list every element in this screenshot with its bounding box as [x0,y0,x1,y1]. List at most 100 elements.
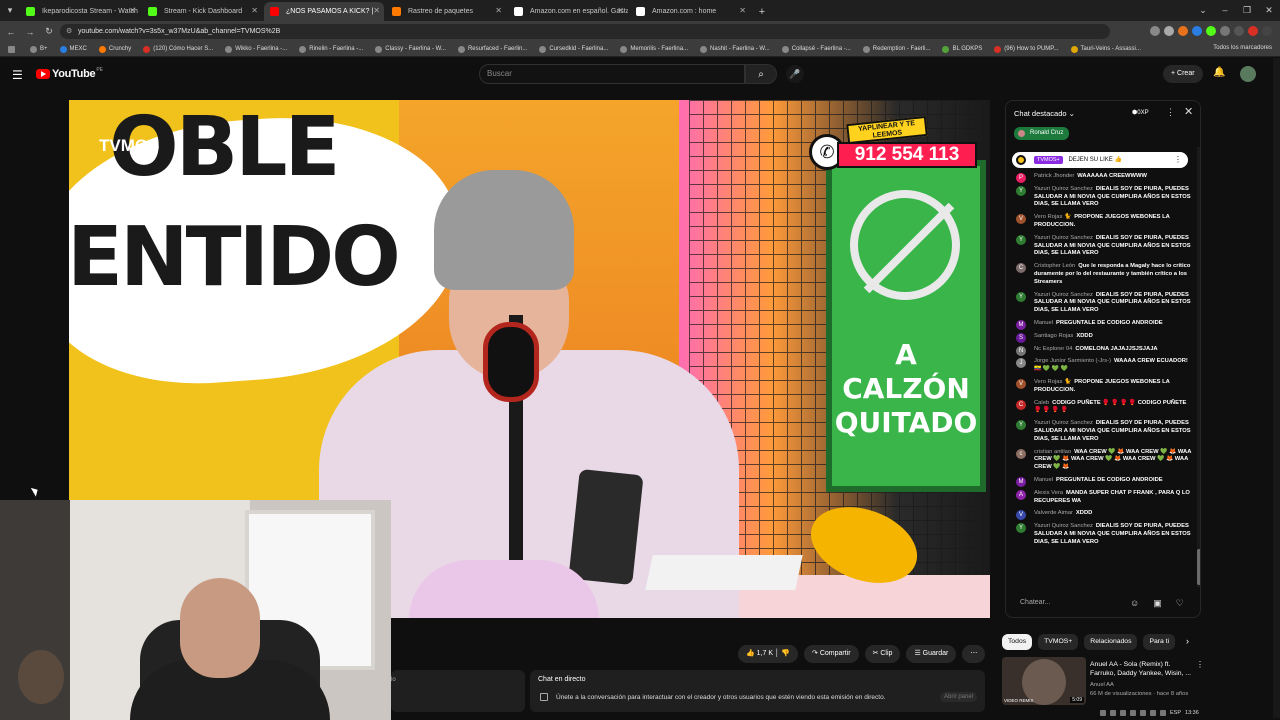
tab-close-icon[interactable]: ✕ [617,6,624,15]
related-video-item[interactable]: VIDEO REMIX 5:09 Anuel AA - Sola (Remix)… [1002,657,1204,707]
bookmark-item[interactable]: Classy - Faerlina - W... [375,45,446,53]
chat-author[interactable]: Vero Rojas 🐈 [1034,214,1071,220]
super-chat-icon[interactable]: ▣ [1153,598,1162,609]
voice-search-button[interactable]: 🎤 [786,65,804,83]
chat-avatar[interactable]: V [1016,510,1026,521]
bookmark-item[interactable]: (96) How to PUMP... [994,45,1059,53]
chat-message[interactable]: Y Yazuri Quiroz Sanchez DIEALIS SOY DE PIU… [1006,418,1198,445]
tray-icon[interactable] [1120,710,1126,716]
chat-avatar[interactable]: Y [1016,420,1026,431]
chat-message[interactable]: S Santiago Rojas XDDD [1006,331,1198,343]
extension-blue-icon[interactable] [1192,26,1202,36]
bookmark-item[interactable]: Memorilis - Faerlina... [620,45,688,53]
like-button[interactable]: 👍 1,7 K │ 👎 [738,645,799,663]
forward-icon[interactable]: → [22,27,38,37]
tray-icon[interactable] [1100,710,1106,716]
chevron-down-icon[interactable]: ⌄ [1192,0,1214,21]
extension-green-icon[interactable] [1206,26,1216,36]
bookmark-item[interactable]: Redemption - Faerli... [862,45,930,53]
tray-icon[interactable] [1140,710,1146,716]
notifications-bell-icon[interactable]: 🔔 [1213,67,1225,78]
bookmark-item[interactable]: Crunchy [98,45,131,53]
tab-close-icon[interactable]: ✕ [373,6,380,15]
bookmark-item[interactable]: Collapsé - Faerlina -... [781,45,851,53]
back-icon[interactable]: ← [3,27,19,37]
chat-avatar[interactable]: c [1016,448,1026,459]
chat-message[interactable]: N Nc Explorer 04 COMELONA JAJAJJSJSJAJA [1006,344,1198,356]
clip-button[interactable]: ✂ Clip [864,645,901,663]
bookmark-item[interactable]: Nashit - Faerlina - W... [700,45,770,53]
chat-message[interactable]: A Alexis Vera MANDA SUPER CHAT P FRANK , P… [1006,488,1198,508]
chat-author[interactable]: Santiago Rojas [1034,333,1073,339]
create-button[interactable]: + Crear [1163,65,1203,83]
chat-message[interactable]: M Manuel PREGUNTALE DE CODIGO ANDROIDE [1006,475,1198,487]
reload-icon[interactable]: ↻ [41,26,57,37]
profile-avatar[interactable] [1248,26,1258,36]
browser-tab[interactable]: Ikeparodicosta Stream - Watch ✕ [20,2,140,21]
menu-hamburger-icon[interactable]: ☰ [12,68,23,82]
chat-scrollbar[interactable] [1197,147,1200,587]
tab-search-icon[interactable]: ▾ [0,0,20,21]
chat-message[interactable]: J Jorge Junior Sarmiento (-Jrs-) WAAAA CRE… [1006,356,1198,376]
chat-message[interactable]: c cristian antilao WAA CREW 💚 🦊 WAA CREW 💚… [1006,447,1198,474]
pinned-message[interactable]: TVMOS+ DEJEN SU LIKE 👍 ⋮ [1012,152,1188,168]
url-field[interactable]: ⚙ youtube.com/watch?v=3s5x_w37MzU&ab_cha… [60,24,1110,39]
chat-avatar[interactable]: M [1016,476,1026,487]
chat-author[interactable]: Jorge Junior Sarmiento (-Jrs-) [1034,358,1111,364]
apps-grid-icon[interactable] [8,45,18,53]
chat-author[interactable]: Alexis Vera [1034,490,1063,496]
chat-author[interactable]: Yazuri Quiroz Sanchez [1034,235,1093,241]
chat-message[interactable]: P Patrick Jhonder WAAAAAA CREEWWWW [1006,171,1198,183]
description-box[interactable]: lo [391,670,525,712]
chat-message[interactable]: V Valverde Aimar XDDD [1006,508,1198,521]
more-actions-icon[interactable]: ⋯ [962,645,986,663]
browser-tab[interactable]: Stream - Kick Dashboard ✕ [142,2,262,21]
chat-message[interactable]: Y Yazuri Quiroz Sanchez DIEALIS SOY DE PIU… [1006,521,1198,548]
bookmark-item[interactable]: MEXC [59,45,87,53]
chat-author[interactable]: Valverde Aimar [1034,510,1073,516]
chat-avatar[interactable]: Y [1016,234,1026,245]
bookmark-item[interactable]: (120) Cómo Hacer S... [143,45,213,53]
chat-avatar[interactable]: C [1016,263,1026,274]
related-title[interactable]: Anuel AA - Sola (Remix) ft. Farruko, Dad… [1090,660,1194,678]
chat-author[interactable]: Manuel [1034,320,1053,326]
chat-message[interactable]: M Manuel PREGUNTALE DE CODIGO ANDROIDE [1006,318,1198,330]
bookmark-star-icon[interactable] [1164,26,1174,36]
bookmark-item[interactable]: Tauri-Veins - Assassi... [1070,45,1141,53]
chat-author[interactable]: Vero Rojas 🐈 [1034,379,1071,385]
maximize-button[interactable]: ❐ [1236,0,1258,21]
bookmark-item[interactable]: Cursedkid - Faerlina... [539,45,608,53]
chat-author[interactable]: Yazuri Quiroz Sanchez [1034,292,1093,298]
close-icon[interactable]: ✕ [1184,105,1193,118]
xp-badge[interactable]: ⬢0XP [1132,109,1149,116]
close-window-button[interactable]: ✕ [1258,0,1280,21]
browser-tab[interactable]: Amazon.com : home ✕ [630,2,750,21]
chat-author[interactable]: Manuel [1034,477,1053,483]
chat-author[interactable]: Cristopher León [1034,263,1075,269]
bookmark-item[interactable]: Rinelin - Faerlina -... [299,45,363,53]
browser-tab[interactable]: Amazon.com en español. Gasta ✕ [508,2,628,21]
browser-tab[interactable]: ¿NOS PASAMOS A KICK? | ✕ [264,2,384,21]
chat-author[interactable]: Caleb [1034,400,1049,406]
chat-author[interactable]: Yazuri Quiroz Sanchez [1034,523,1093,529]
tray-icon[interactable] [1130,710,1136,716]
chat-avatar[interactable]: V [1016,214,1026,225]
tab-close-icon[interactable]: ✕ [129,6,136,15]
bookmark-item[interactable]: BL GDKPS [942,45,982,53]
emoji-icon[interactable]: ☺ [1130,598,1139,609]
bookmark-item[interactable]: Resurfaced - Faerlin... [457,45,527,53]
related-thumbnail[interactable]: VIDEO REMIX 5:09 [1002,657,1086,705]
minimize-button[interactable]: – [1214,0,1236,21]
all-bookmarks-folder[interactable]: Todos los marcadores [1213,45,1272,51]
related-more-icon[interactable]: ⋮ [1196,660,1204,669]
chat-avatar[interactable]: A [1016,489,1026,500]
save-button[interactable]: ☰ Guardar [906,645,957,663]
chat-author[interactable]: Yazuri Quiroz Sanchez [1034,420,1093,426]
chat-mode-dropdown[interactable]: Chat destacado ⌄ [1014,109,1075,118]
tab-close-icon[interactable]: ✕ [251,6,258,15]
filter-chip[interactable]: Para ti [1143,634,1176,650]
heart-icon[interactable]: ♡ [1176,598,1184,609]
new-tab-button[interactable]: + [752,2,772,21]
bookmark-item[interactable]: B+ [30,45,48,53]
chat-author[interactable]: cristian antilao [1034,449,1071,455]
